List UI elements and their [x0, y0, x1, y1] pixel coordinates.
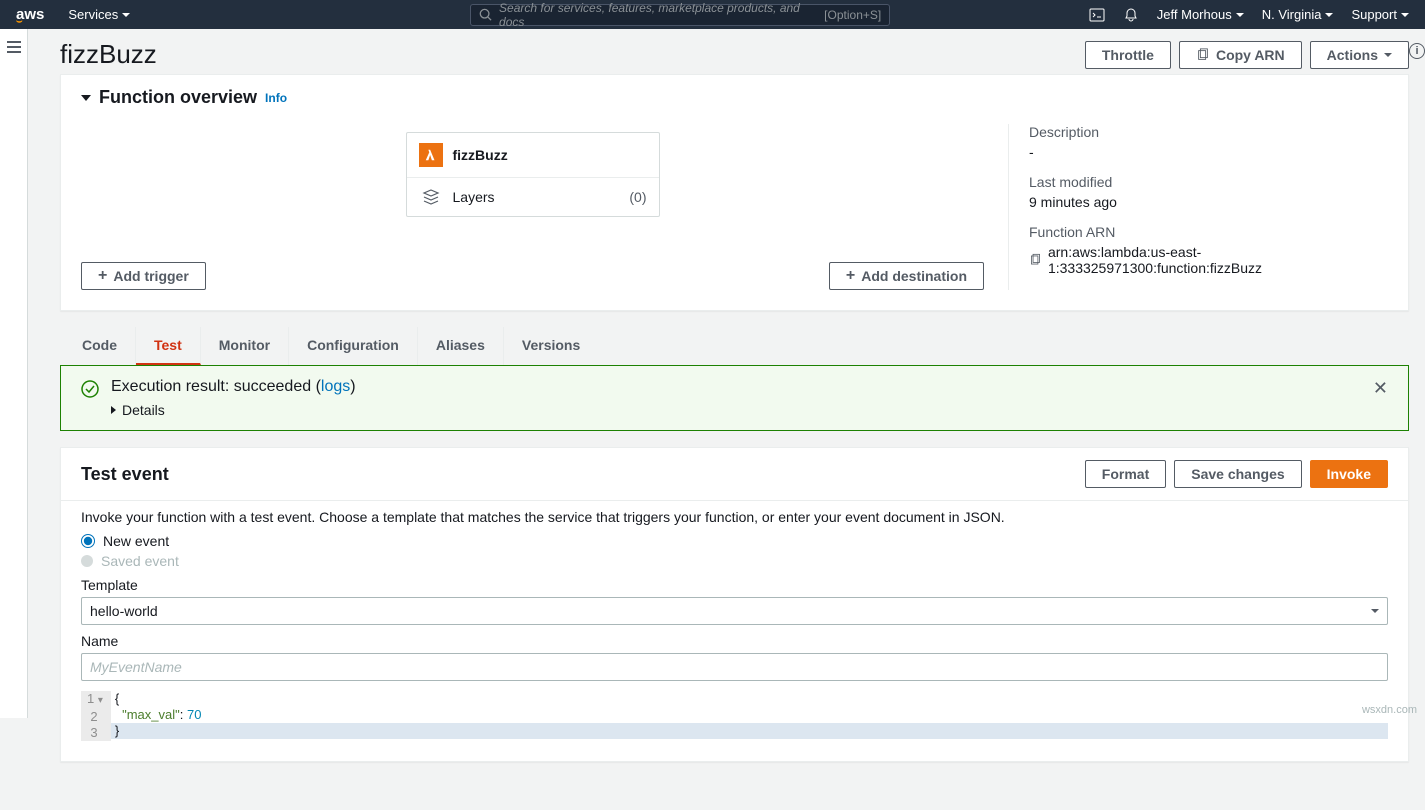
name-label: Name: [81, 633, 1388, 649]
search-placeholder: Search for services, features, marketpla…: [499, 1, 824, 29]
lambda-icon: [419, 143, 443, 167]
new-event-radio[interactable]: New event: [81, 533, 1388, 549]
plus-icon: +: [846, 270, 855, 282]
event-name-input[interactable]: [81, 653, 1388, 681]
success-check-icon: [81, 380, 99, 401]
arn-value: arn:aws:lambda:us-east-1:333325971300:fu…: [1048, 244, 1388, 276]
template-select[interactable]: hello-world: [81, 597, 1388, 625]
page-header: fizzBuzz Throttle Copy ARN Actions: [60, 29, 1409, 74]
info-link[interactable]: Info: [265, 91, 287, 105]
collapse-toggle[interactable]: [81, 95, 91, 101]
execution-result-alert: Execution result: succeeded (logs) Detai…: [60, 365, 1409, 431]
search-icon: [479, 8, 493, 22]
add-destination-button[interactable]: + Add destination: [829, 262, 984, 290]
test-description: Invoke your function with a test event. …: [81, 509, 1388, 525]
region-menu[interactable]: N. Virginia: [1262, 7, 1334, 22]
tab-test[interactable]: Test: [136, 327, 201, 365]
format-button[interactable]: Format: [1085, 460, 1166, 488]
tab-versions[interactable]: Versions: [504, 327, 598, 365]
template-value: hello-world: [90, 603, 158, 619]
search-shortcut: [Option+S]: [824, 8, 881, 22]
caret-down-icon: [122, 13, 130, 17]
last-modified-label: Last modified: [1029, 174, 1388, 190]
invoke-button[interactable]: Invoke: [1310, 460, 1388, 488]
test-event-heading: Test event: [81, 464, 169, 485]
user-menu[interactable]: Jeff Morhous: [1157, 7, 1244, 22]
alert-close-button[interactable]: ✕: [1373, 378, 1388, 399]
plus-icon: +: [98, 270, 107, 282]
copy-icon: [1196, 48, 1210, 62]
caret-down-icon: [1325, 13, 1333, 17]
code-key: "max_val": [122, 707, 180, 722]
notifications-icon[interactable]: [1123, 7, 1139, 23]
function-card[interactable]: fizzBuzz Layers (0): [406, 132, 660, 217]
global-search[interactable]: Search for services, features, marketpla…: [470, 4, 890, 26]
line-gutter: 1 ▾ 2 3: [81, 691, 111, 741]
page-title: fizzBuzz: [60, 39, 157, 70]
tab-code[interactable]: Code: [64, 327, 136, 365]
tab-configuration[interactable]: Configuration: [289, 327, 418, 365]
code-value: 70: [187, 707, 201, 722]
layers-count: (0): [629, 189, 646, 205]
caret-down-icon: [1236, 13, 1244, 17]
services-menu[interactable]: Services: [68, 7, 130, 22]
caret-down-icon: [1384, 53, 1392, 57]
code-line-3: }: [115, 723, 119, 738]
tab-monitor[interactable]: Monitor: [201, 327, 289, 365]
new-event-label: New event: [103, 533, 169, 549]
last-modified-value: 9 minutes ago: [1029, 194, 1388, 210]
caret-right-icon: [111, 406, 116, 414]
test-event-panel: Test event Format Save changes Invoke In…: [60, 447, 1409, 762]
add-trigger-button[interactable]: + Add trigger: [81, 262, 206, 290]
alert-title: Execution result: succeeded (logs): [111, 378, 1361, 396]
layers-label: Layers: [453, 189, 495, 205]
actions-button[interactable]: Actions: [1310, 41, 1409, 69]
caret-down-icon: [1401, 13, 1409, 17]
caret-down-icon: [1371, 609, 1379, 613]
left-rail: [0, 29, 28, 718]
function-overview-panel: Function overview Info fizzBuzz: [60, 74, 1409, 311]
logs-link[interactable]: logs: [321, 378, 350, 395]
watermark: wsxdn.com: [1362, 704, 1417, 716]
copy-arn-button[interactable]: Copy ARN: [1179, 41, 1302, 69]
function-name: fizzBuzz: [453, 147, 508, 163]
throttle-button[interactable]: Throttle: [1085, 41, 1171, 69]
help-info-icon[interactable]: i: [1409, 43, 1425, 59]
saved-event-radio: Saved event: [81, 553, 1388, 569]
template-label: Template: [81, 577, 1388, 593]
aws-logo[interactable]: aws ⌣: [16, 6, 44, 24]
description-value: -: [1029, 144, 1388, 160]
saved-event-label: Saved event: [101, 553, 179, 569]
save-changes-button[interactable]: Save changes: [1174, 460, 1301, 488]
tabs: Code Test Monitor Configuration Aliases …: [60, 327, 1409, 365]
json-editor[interactable]: 1 ▾ 2 3 { "max_val": 70 }: [81, 691, 1388, 741]
copy-icon[interactable]: [1029, 253, 1042, 267]
overview-heading: Function overview: [99, 87, 257, 108]
arn-label: Function ARN: [1029, 224, 1388, 240]
support-menu[interactable]: Support: [1351, 7, 1409, 22]
new-event-radio-input[interactable]: [81, 534, 95, 548]
tab-aliases[interactable]: Aliases: [418, 327, 504, 365]
saved-event-radio-input: [81, 555, 93, 567]
topbar: aws ⌣ Services Search for services, feat…: [0, 0, 1425, 29]
code-line-1: {: [115, 691, 119, 706]
details-toggle[interactable]: Details: [111, 402, 1361, 418]
hamburger-icon[interactable]: [7, 41, 21, 53]
description-label: Description: [1029, 124, 1388, 140]
cloudshell-icon[interactable]: [1089, 7, 1105, 23]
layers-row[interactable]: Layers (0): [407, 177, 659, 216]
layers-icon: [419, 188, 443, 206]
